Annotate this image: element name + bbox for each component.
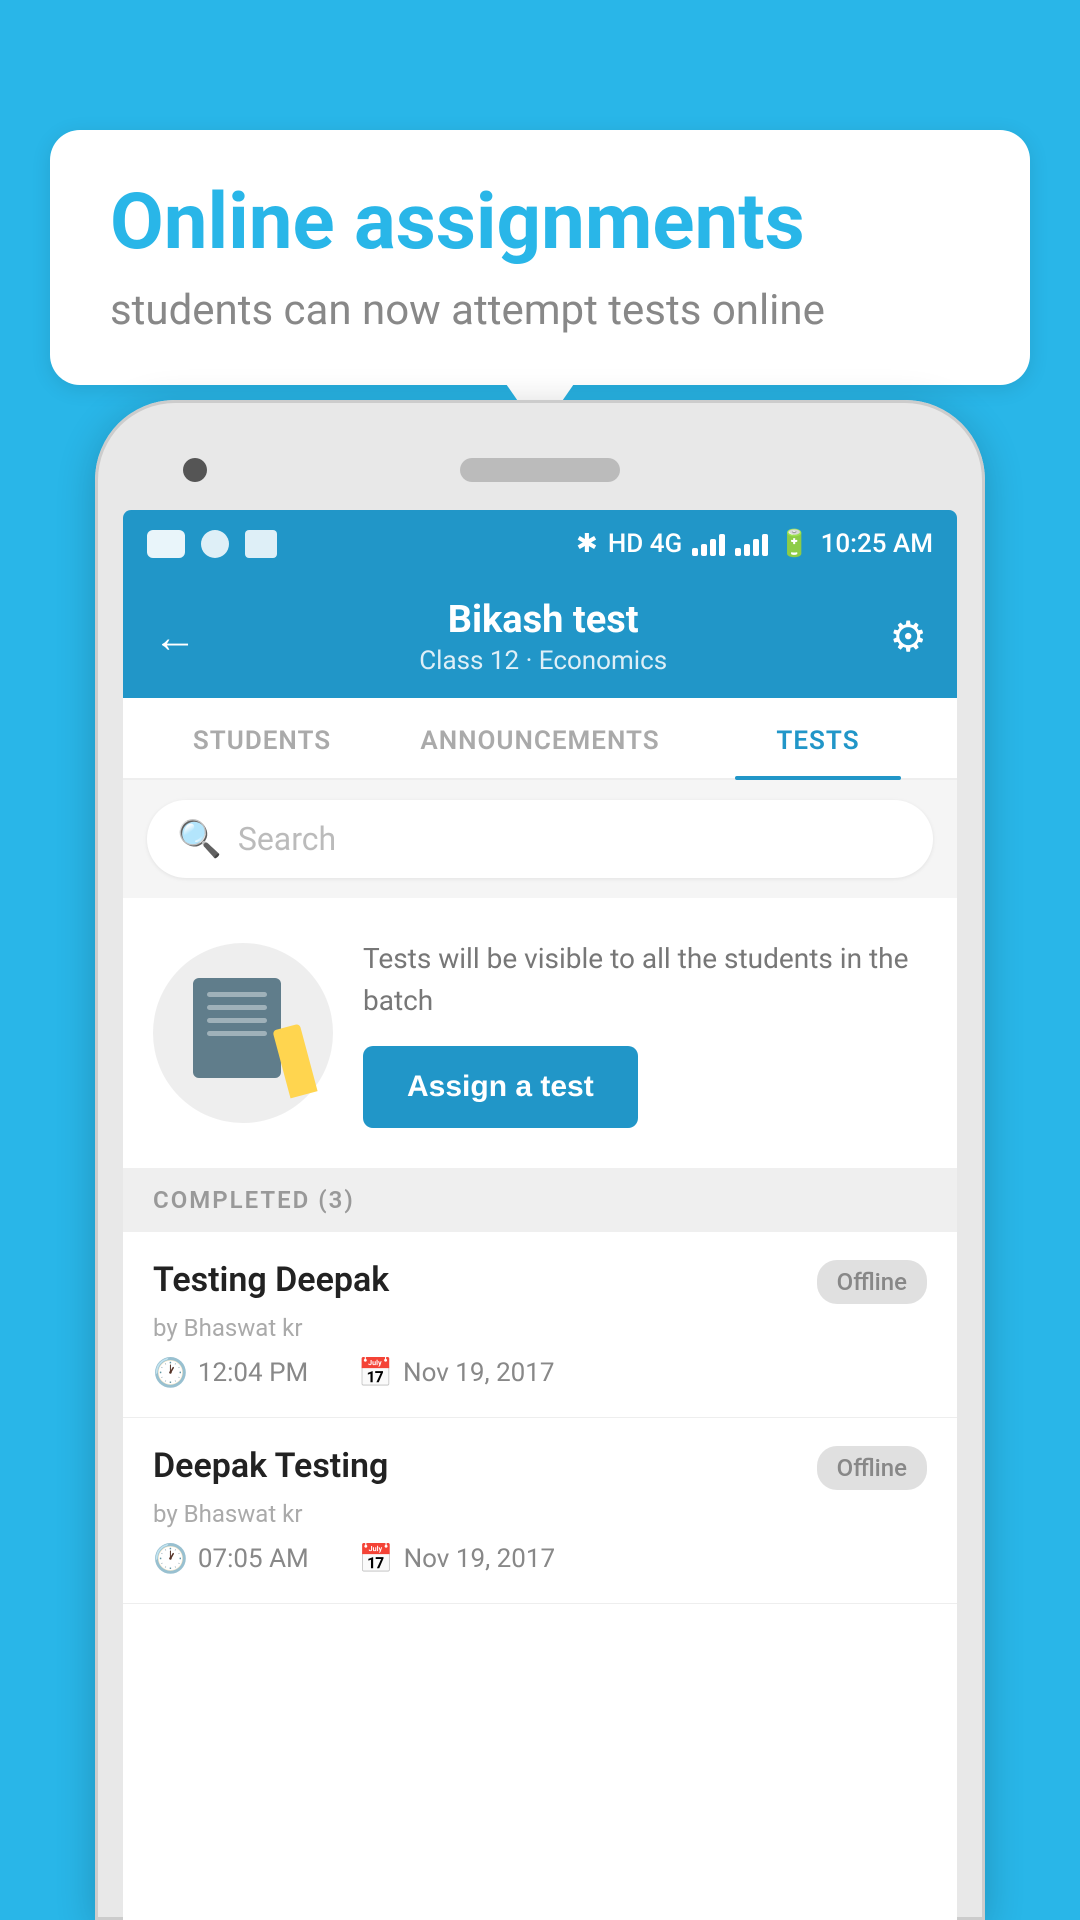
phone-frame: ✱ HD 4G 🔋 10:25 AM ← — [95, 400, 985, 1920]
time-label: 10:25 AM — [821, 529, 933, 559]
clock-icon: 🕐 — [153, 1356, 188, 1389]
header-center: Bikash test Class 12 · Economics — [197, 598, 889, 676]
class-subtitle: Class 12 · Economics — [197, 646, 889, 676]
tab-tests[interactable]: TESTS — [679, 698, 957, 778]
calendar-icon-2: 📅 — [359, 1542, 394, 1575]
test-date: 📅 Nov 19, 2017 — [358, 1356, 554, 1389]
search-bar-wrap: 🔍 Search — [123, 780, 957, 898]
bubble-title: Online assignments — [110, 180, 970, 266]
phone-speaker — [460, 458, 620, 482]
notebook-line-1 — [207, 992, 267, 997]
search-bar[interactable]: 🔍 Search — [147, 800, 933, 878]
test-author: by Bhaswat kr — [153, 1314, 927, 1342]
app-icon-whatsapp — [201, 530, 229, 558]
test-2-time: 🕐 07:05 AM — [153, 1542, 309, 1575]
notebook-lines — [207, 992, 267, 1044]
signal-bars — [692, 532, 725, 556]
signal-bar2-4 — [762, 534, 768, 556]
test-2-date: 📅 Nov 19, 2017 — [359, 1542, 555, 1575]
app-icon-1 — [147, 530, 185, 558]
network-label: HD 4G — [608, 529, 682, 559]
calendar-icon: 📅 — [358, 1356, 393, 1389]
signal-bar2-1 — [735, 548, 741, 556]
status-bar: ✱ HD 4G 🔋 10:25 AM — [123, 510, 957, 578]
test-2-author: by Bhaswat kr — [153, 1500, 927, 1528]
assign-test-button[interactable]: Assign a test — [363, 1046, 638, 1128]
bluetooth-icon: ✱ — [576, 529, 598, 559]
search-icon: 🔍 — [177, 818, 222, 860]
search-placeholder: Search — [238, 820, 336, 858]
test-item-2-top: Deepak Testing Offline — [153, 1446, 927, 1490]
completed-section-header: COMPLETED (3) — [123, 1168, 957, 1232]
app-icon-gallery — [245, 530, 277, 558]
offline-badge: Offline — [817, 1260, 927, 1304]
clock-icon-2: 🕐 — [153, 1542, 188, 1575]
phone-camera-icon — [183, 458, 207, 482]
offline-badge-2: Offline — [817, 1446, 927, 1490]
assign-info-text: Tests will be visible to all the student… — [363, 938, 927, 1022]
tab-announcements[interactable]: ANNOUNCEMENTS — [401, 698, 679, 778]
test-item-2[interactable]: Deepak Testing Offline by Bhaswat kr 🕐 0… — [123, 1418, 957, 1604]
test-date-value: Nov 19, 2017 — [403, 1358, 554, 1388]
notebook-line-2 — [207, 1005, 267, 1010]
speech-bubble: Online assignments students can now atte… — [50, 130, 1030, 385]
test-icon-circle — [153, 943, 333, 1123]
bubble-subtitle: students can now attempt tests online — [110, 286, 970, 335]
battery-icon: 🔋 — [778, 529, 810, 559]
test-meta: 🕐 12:04 PM 📅 Nov 19, 2017 — [153, 1356, 927, 1389]
assign-right: Tests will be visible to all the student… — [363, 938, 927, 1128]
phone-screen: ✱ HD 4G 🔋 10:25 AM ← — [123, 510, 957, 1920]
status-right: ✱ HD 4G 🔋 10:25 AM — [576, 529, 933, 559]
test-time: 🕐 12:04 PM — [153, 1356, 308, 1389]
back-button[interactable]: ← — [153, 611, 197, 663]
notebook-icon — [193, 978, 281, 1078]
signal-bar-4 — [719, 534, 725, 556]
assign-test-section: Tests will be visible to all the student… — [123, 898, 957, 1168]
settings-button[interactable]: ⚙ — [889, 612, 927, 662]
signal-bar-3 — [710, 539, 716, 556]
test-2-time-value: 07:05 AM — [198, 1544, 309, 1574]
notebook-line-3 — [207, 1018, 267, 1023]
notebook-line-4 — [207, 1031, 267, 1036]
test-2-name: Deepak Testing — [153, 1446, 388, 1486]
test-item[interactable]: Testing Deepak Offline by Bhaswat kr 🕐 1… — [123, 1232, 957, 1418]
test-2-meta: 🕐 07:05 AM 📅 Nov 19, 2017 — [153, 1542, 927, 1575]
app-header: ← Bikash test Class 12 · Economics ⚙ — [123, 578, 957, 698]
test-name: Testing Deepak — [153, 1260, 389, 1300]
signal-bar2-2 — [744, 544, 750, 556]
signal-bars-2 — [735, 532, 768, 556]
tabs-bar: STUDENTS ANNOUNCEMENTS TESTS — [123, 698, 957, 780]
class-title: Bikash test — [197, 598, 889, 642]
status-left-icons — [147, 530, 277, 558]
test-icon — [193, 978, 293, 1088]
phone-top — [123, 430, 957, 510]
tab-students[interactable]: STUDENTS — [123, 698, 401, 778]
test-item-top: Testing Deepak Offline — [153, 1260, 927, 1304]
test-2-date-value: Nov 19, 2017 — [404, 1544, 555, 1574]
signal-bar-1 — [692, 548, 698, 556]
test-time-value: 12:04 PM — [198, 1358, 308, 1388]
signal-bar2-3 — [753, 539, 759, 556]
signal-bar-2 — [701, 544, 707, 556]
